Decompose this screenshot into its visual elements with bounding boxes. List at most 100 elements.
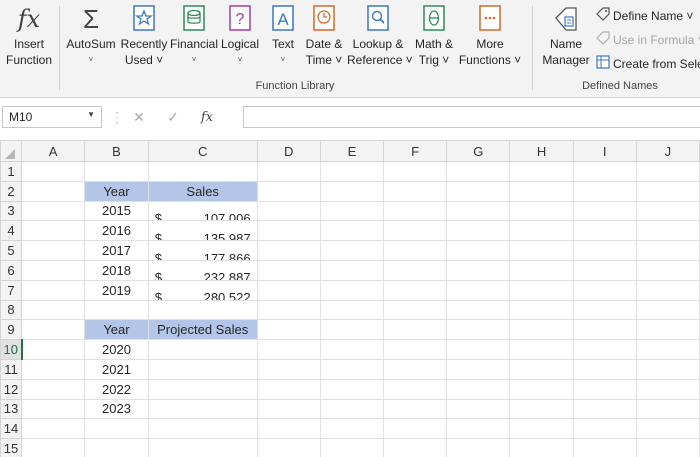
row-header[interactable]: 4 (0, 220, 22, 242)
formula-input[interactable] (243, 106, 700, 128)
row-header[interactable]: 8 (0, 299, 22, 321)
more-functions-button[interactable]: More Functions ˅ (458, 4, 522, 68)
cell[interactable] (572, 339, 637, 360)
cell[interactable] (572, 418, 637, 440)
cell[interactable] (446, 418, 511, 440)
cell[interactable] (147, 418, 258, 440)
cell[interactable] (509, 339, 574, 360)
insert-function-icon[interactable]: fx (190, 110, 224, 125)
cell[interactable] (319, 279, 385, 301)
cell[interactable] (446, 180, 511, 202)
use-in-formula-button[interactable]: Use in Formula ˅ (596, 31, 700, 48)
cell[interactable] (635, 319, 700, 341)
cell-year[interactable]: 2015 (84, 200, 149, 222)
cell[interactable] (383, 200, 448, 222)
cell[interactable] (20, 398, 86, 420)
cell[interactable] (446, 220, 511, 242)
define-name-button[interactable]: Define Name ˅ (596, 7, 693, 24)
cell[interactable] (509, 319, 574, 341)
name-box[interactable]: M10 ▼ (2, 106, 102, 128)
cell-projected-sales[interactable] (147, 358, 258, 380)
drag-handle-icon[interactable]: ⋮ (110, 109, 124, 126)
cell[interactable] (509, 220, 574, 242)
cell[interactable] (319, 438, 385, 457)
cell[interactable] (635, 398, 700, 420)
cell-year[interactable]: 2016 (84, 220, 149, 242)
cell[interactable] (572, 220, 637, 242)
row-header[interactable]: 1 (0, 161, 22, 182)
cell[interactable] (20, 319, 86, 341)
row-header[interactable]: 3 (0, 200, 22, 222)
cell[interactable] (635, 299, 700, 321)
cell[interactable] (509, 418, 574, 440)
cell[interactable] (383, 161, 448, 182)
cell[interactable] (319, 200, 385, 222)
cell-header-sales[interactable]: Sales (147, 180, 258, 202)
cell[interactable] (446, 200, 511, 222)
cell[interactable] (256, 418, 321, 440)
row-header-active[interactable]: 10 (0, 339, 23, 360)
select-all-corner[interactable] (0, 140, 22, 162)
cell[interactable] (572, 240, 637, 261)
row-header[interactable]: 5 (0, 240, 22, 261)
cell[interactable] (509, 279, 574, 301)
cell[interactable] (256, 299, 321, 321)
cell-year[interactable]: 2017 (84, 240, 149, 261)
lookup-reference-button[interactable]: Lookup & Reference ˅ (347, 4, 413, 68)
cell[interactable] (383, 220, 448, 242)
column-header-g[interactable]: G (446, 140, 511, 162)
cell[interactable] (20, 438, 86, 457)
cell[interactable] (319, 418, 385, 440)
date-time-button[interactable]: Date & Time ˅ (301, 4, 347, 68)
cell[interactable] (635, 220, 700, 242)
cell[interactable] (572, 319, 637, 341)
cell[interactable] (509, 161, 574, 182)
row-header[interactable]: 12 (0, 378, 22, 400)
cell[interactable] (446, 398, 511, 420)
cell-header-projected-sales[interactable]: Projected Sales (147, 319, 258, 341)
cell-year[interactable]: 2023 (84, 398, 149, 420)
cell[interactable] (319, 180, 385, 202)
cell[interactable] (383, 279, 448, 301)
cell[interactable] (256, 220, 321, 242)
cell[interactable] (635, 180, 700, 202)
cell[interactable] (509, 438, 574, 457)
cell[interactable] (509, 299, 574, 321)
cell[interactable] (20, 200, 86, 222)
row-header[interactable]: 9 (0, 319, 22, 341)
chevron-down-icon[interactable]: ▼ (87, 110, 95, 119)
cell[interactable] (383, 299, 448, 321)
cell[interactable] (383, 259, 448, 281)
cell[interactable] (256, 240, 321, 261)
cell-projected-sales[interactable] (147, 378, 258, 400)
cell[interactable] (147, 161, 258, 182)
cell[interactable] (509, 358, 574, 380)
cell[interactable] (20, 418, 86, 440)
cell[interactable] (383, 240, 448, 261)
cell[interactable] (446, 161, 511, 182)
cell[interactable] (635, 279, 700, 301)
cell[interactable] (635, 418, 700, 440)
cell[interactable] (446, 438, 511, 457)
cell[interactable] (20, 339, 86, 360)
row-header[interactable]: 11 (0, 358, 22, 380)
cell[interactable] (383, 438, 448, 457)
math-trig-button[interactable]: Math & Trig ˅ (410, 4, 458, 68)
cell[interactable] (84, 299, 149, 321)
cell-year[interactable]: 2019 (84, 279, 149, 301)
cell-year[interactable]: 2021 (84, 358, 149, 380)
enter-check-icon[interactable]: ✓ (156, 109, 190, 126)
text-button[interactable]: A Text ˅ (266, 4, 300, 68)
cell[interactable] (319, 161, 385, 182)
cell-sales[interactable]: $232,887 (147, 259, 258, 281)
cell[interactable] (383, 398, 448, 420)
cell[interactable] (20, 259, 86, 281)
cell[interactable] (446, 279, 511, 301)
cell-sales[interactable]: $135,987 (147, 220, 258, 242)
cell-sales[interactable]: $107,006 (147, 200, 258, 222)
column-header-i[interactable]: I (572, 140, 637, 162)
cell[interactable] (20, 358, 86, 380)
cell[interactable] (572, 200, 637, 222)
cell-header-year[interactable]: Year (84, 180, 149, 202)
cell[interactable] (572, 299, 637, 321)
